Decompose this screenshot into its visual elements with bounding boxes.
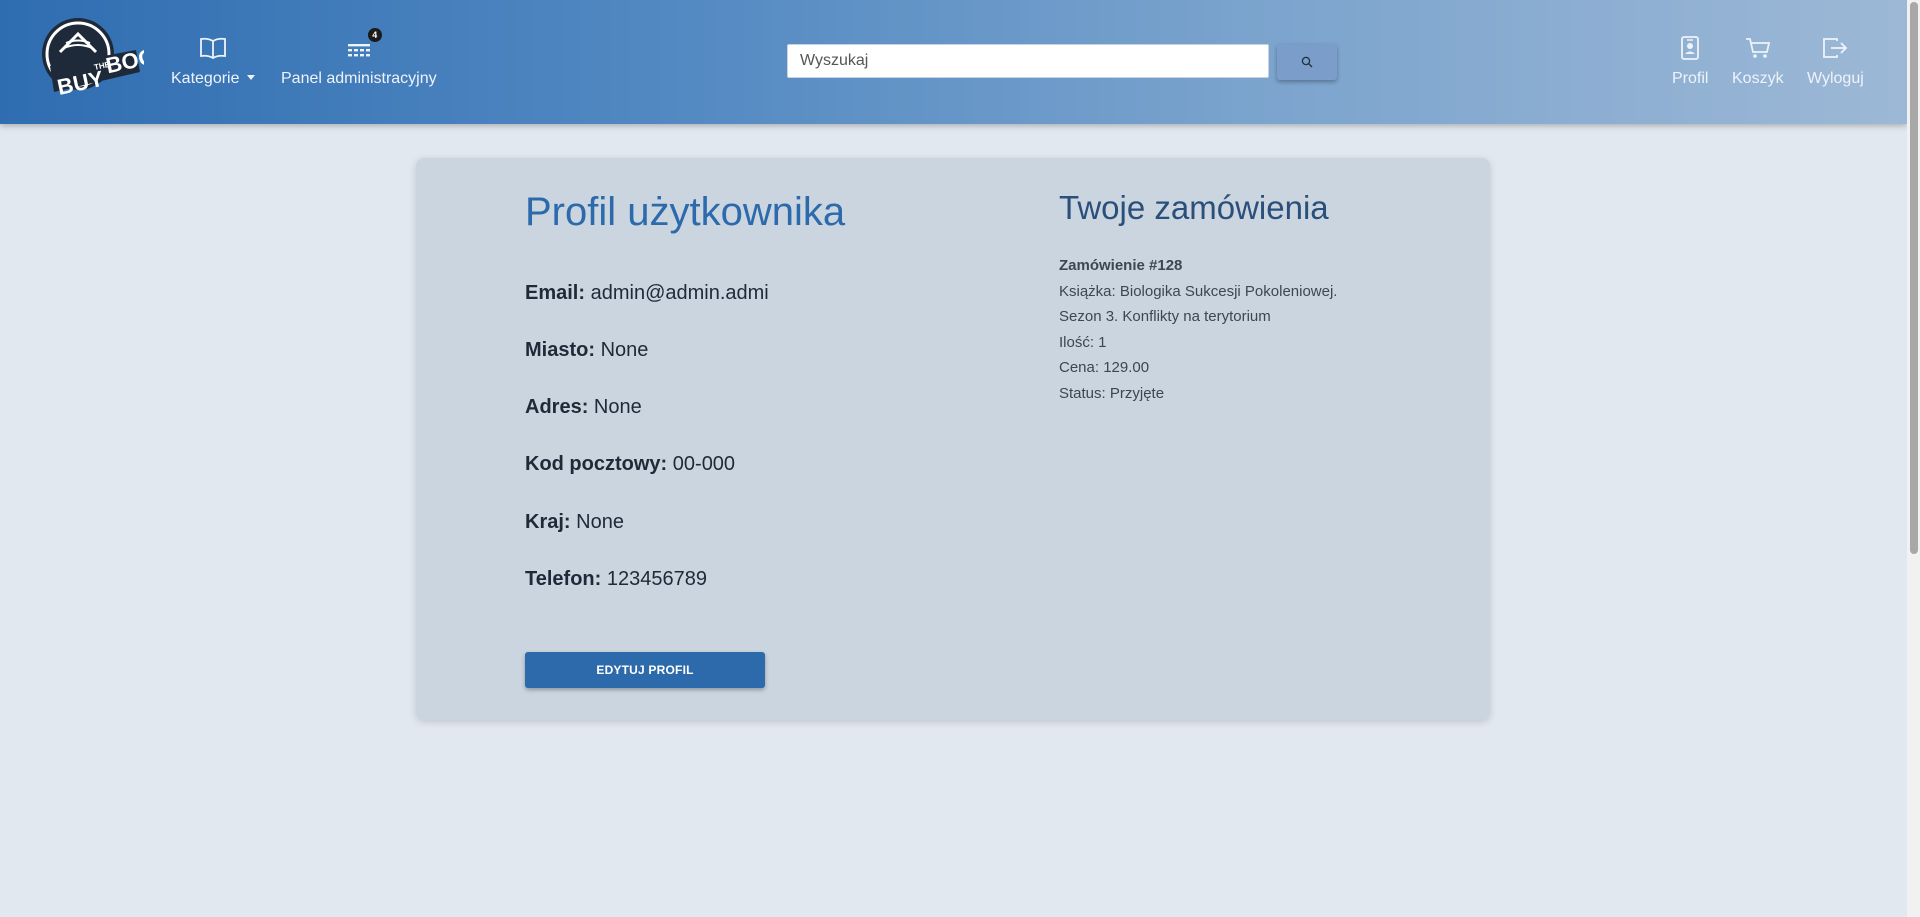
nav-profile[interactable]: Profil — [1672, 30, 1708, 88]
field-label: Kod pocztowy: — [525, 453, 668, 475]
nav-logout[interactable]: Wyloguj — [1807, 30, 1864, 88]
email-field: Email: admin@admin.admi — [525, 282, 769, 305]
cart-label: Koszyk — [1732, 70, 1784, 87]
logout-label: Wyloguj — [1807, 70, 1864, 87]
profile-card — [416, 158, 1490, 720]
search-icon — [1301, 56, 1313, 68]
city-field: Miasto: None — [525, 339, 648, 362]
order-number: Zamówienie #128 — [1059, 257, 1183, 274]
country-field: Kraj: None — [525, 511, 624, 534]
order-price: Cena: 129.00 — [1059, 359, 1150, 377]
field-value: None — [600, 339, 649, 361]
search-button[interactable] — [1277, 44, 1337, 80]
categories-label: Kategorie — [171, 70, 240, 87]
nav-admin-panel[interactable]: 4 Panel administracyjny — [281, 28, 437, 88]
orders-title: Twoje zamówienia — [1059, 189, 1329, 226]
scrollbar[interactable] — [1907, 0, 1920, 917]
field-value: 123456789 — [606, 568, 707, 590]
field-label: Kraj: — [525, 511, 571, 533]
edit-profile-button[interactable]: EDYTUJ PROFIL — [525, 652, 765, 688]
field-value: 00-000 — [672, 453, 736, 475]
field-label: Email: — [525, 282, 586, 304]
order-item: Zamówienie #128 Książka: Biologika Sukce… — [1059, 253, 1337, 407]
buy-the-book-logo[interactable]: BUY THE BOOK — [26, 12, 144, 110]
order-book-line2: Sezon 3. Konflikty na terytorium — [1059, 308, 1271, 326]
field-value: admin@admin.admi — [590, 282, 769, 304]
profile-label: Profil — [1672, 70, 1709, 87]
field-label: Miasto: — [525, 339, 595, 361]
field-label: Adres: — [525, 396, 589, 418]
book-open-icon — [199, 30, 227, 66]
field-label: Telefon: — [525, 568, 602, 590]
navbar: BUY THE BOOK Kategorie 4 Panel administr… — [0, 0, 1907, 124]
search-input[interactable] — [787, 44, 1269, 78]
logout-icon — [1821, 30, 1849, 66]
nav-cart[interactable]: Koszyk — [1732, 30, 1784, 88]
field-value: None — [576, 511, 624, 533]
id-card-icon — [1679, 30, 1701, 66]
caret-down-icon — [246, 75, 255, 80]
order-status: Status: Przyjęte — [1059, 384, 1165, 402]
order-book-line1: Książka: Biologika Sukcesji Pokoleniowej… — [1059, 282, 1338, 300]
profile-title: Profil użytkownika — [525, 190, 846, 234]
scrollbar-thumb[interactable] — [1910, 2, 1918, 554]
admin-panel-label: Panel administracyjny — [281, 70, 437, 87]
cart-icon — [1744, 30, 1772, 66]
list-icon: 4 — [346, 28, 382, 66]
admin-badge: 4 — [367, 28, 382, 42]
nav-categories[interactable]: Kategorie — [171, 30, 255, 88]
phone-field: Telefon: 123456789 — [525, 568, 707, 591]
order-quantity: Ilość: 1 — [1059, 333, 1107, 351]
postal-code-field: Kod pocztowy: 00-000 — [525, 453, 735, 476]
field-value: None — [593, 396, 642, 418]
address-field: Adres: None — [525, 396, 642, 419]
